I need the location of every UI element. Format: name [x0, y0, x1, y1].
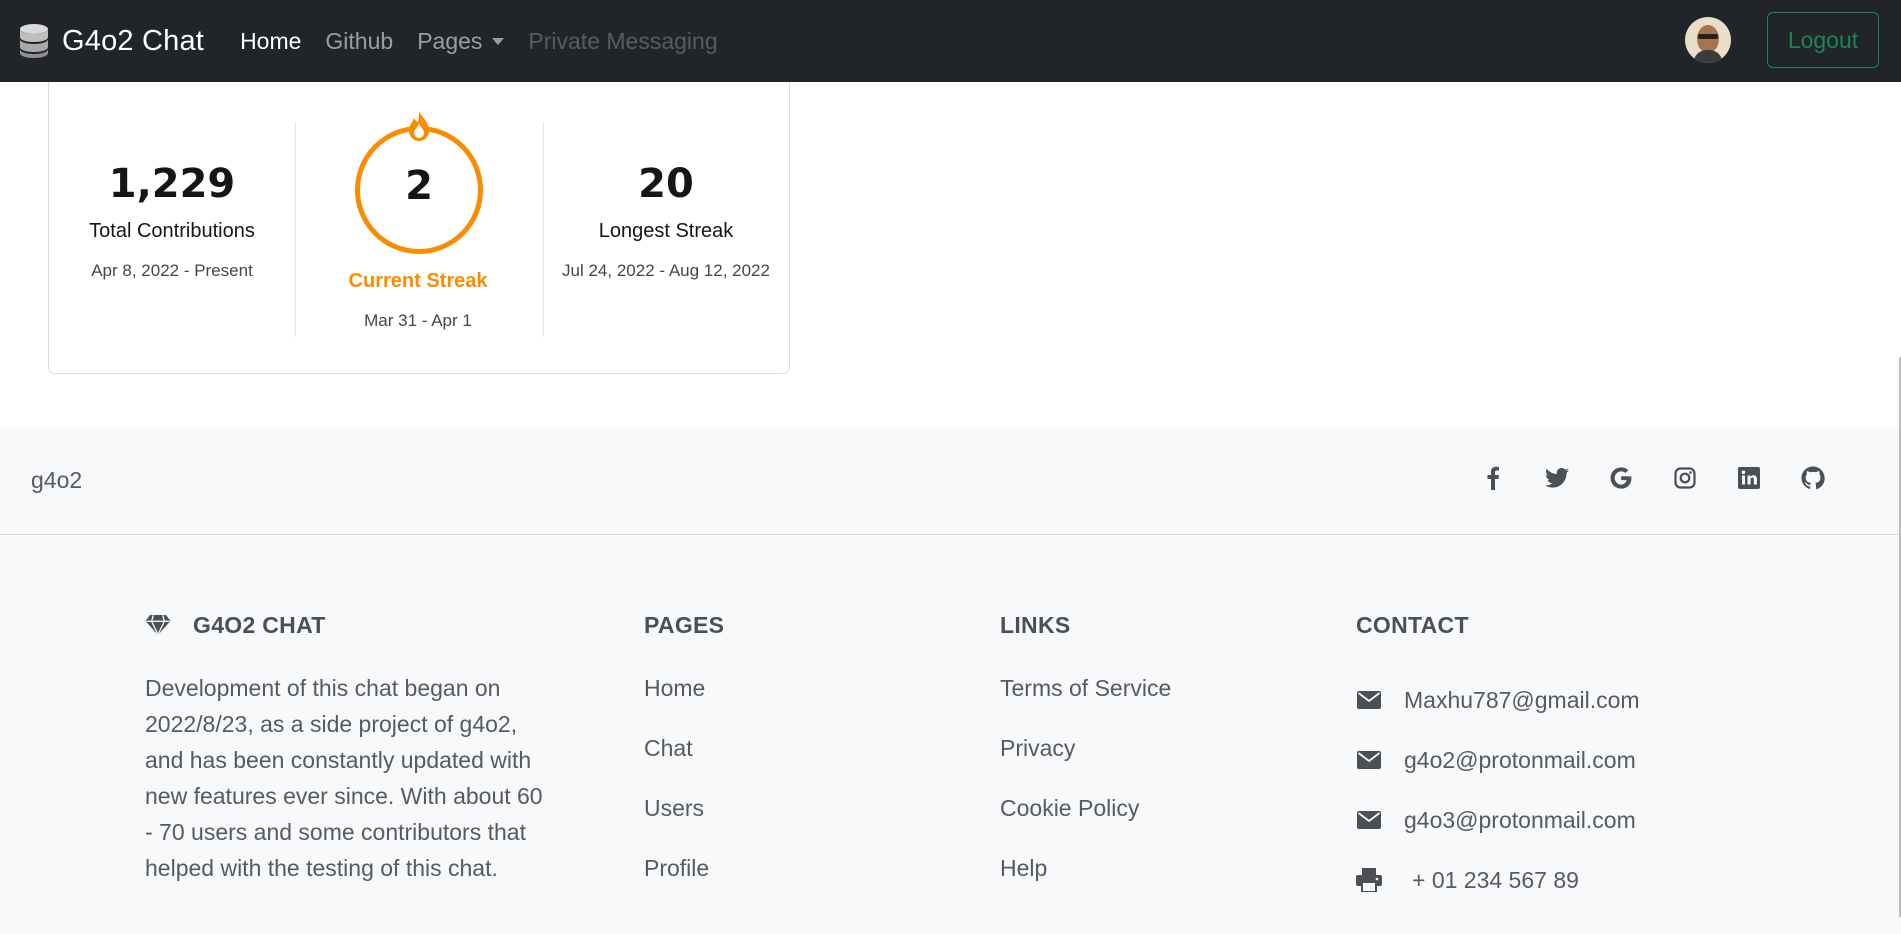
nav-right: Logout — [1685, 12, 1879, 68]
social-links — [1478, 463, 1862, 493]
contact-phone: + 01 234 567 89 — [1412, 866, 1579, 893]
chevron-down-icon — [492, 37, 505, 45]
top-navbar: G4o2 Chat Home Github Pages Private Mess… — [0, 0, 1901, 82]
footer-about-heading: G4O2 CHAT — [145, 610, 545, 640]
envelope-icon — [1356, 682, 1382, 718]
current-streak-label: Current Streak — [348, 270, 488, 292]
envelope-icon — [1356, 802, 1382, 838]
database-icon — [16, 22, 52, 60]
total-contributions-stat: 1,229 Total Contributions Apr 8, 2022 - … — [49, 82, 295, 281]
printer-icon — [1356, 862, 1382, 898]
contact-item: g4o3@protonmail.com — [1356, 790, 1640, 850]
footer-link-terms[interactable]: Terms of Service — [1000, 670, 1171, 730]
footer-links-list: Terms of Service Privacy Cookie Policy H… — [1000, 670, 1171, 910]
github-icon[interactable] — [1798, 463, 1828, 493]
footer-links-column: LINKS Terms of Service Privacy Cookie Po… — [1000, 610, 1171, 910]
footer-contact-list: Maxhu787@gmail.com g4o2@protonmail.com g… — [1356, 670, 1640, 910]
footer-link-users[interactable]: Users — [644, 790, 724, 850]
linkedin-icon[interactable] — [1734, 463, 1764, 493]
nav-private-messaging: Private Messaging — [528, 27, 718, 54]
total-contributions-range: Apr 8, 2022 - Present — [91, 261, 253, 280]
total-contributions-value: 1,229 — [108, 161, 236, 207]
nav-github[interactable]: Github — [325, 28, 393, 55]
nav-pages-dropdown[interactable]: Pages — [417, 27, 505, 55]
contact-item: + 01 234 567 89 — [1356, 850, 1640, 910]
envelope-icon — [1356, 742, 1382, 778]
contact-item: Maxhu787@gmail.com — [1356, 670, 1640, 730]
footer-about-column: G4O2 CHAT Development of this chat began… — [145, 610, 545, 886]
contact-email: g4o2@protonmail.com — [1404, 746, 1636, 773]
current-streak-text: Current Streak Mar 31 - Apr 1 — [295, 82, 541, 331]
footer-social-bar: g4o2 — [0, 427, 1901, 535]
footer-about-title: G4O2 CHAT — [193, 611, 326, 638]
footer-link-profile[interactable]: Profile — [644, 850, 724, 910]
total-contributions-label: Total Contributions — [89, 220, 255, 242]
github-streak-card: 1,229 Total Contributions Apr 8, 2022 - … — [48, 82, 790, 374]
contact-item: g4o2@protonmail.com — [1356, 730, 1640, 790]
contact-email: Maxhu787@gmail.com — [1404, 686, 1640, 713]
footer-link-cookie-policy[interactable]: Cookie Policy — [1000, 790, 1171, 850]
footer-link-help[interactable]: Help — [1000, 850, 1171, 910]
footer-main: G4O2 CHAT Development of this chat began… — [0, 536, 1901, 934]
brand-link[interactable]: G4o2 Chat — [16, 22, 204, 60]
footer-links-title: LINKS — [1000, 611, 1071, 638]
footer-link-privacy[interactable]: Privacy — [1000, 730, 1171, 790]
twitter-icon[interactable] — [1542, 463, 1572, 493]
longest-streak-range: Jul 24, 2022 - Aug 12, 2022 — [562, 261, 770, 280]
google-icon[interactable] — [1606, 463, 1636, 493]
footer-pages-list: Home Chat Users Profile — [644, 670, 724, 910]
footer-link-home[interactable]: Home — [644, 670, 724, 730]
nav-links: Home Github Pages Private Messaging — [240, 28, 742, 55]
longest-streak-label: Longest Streak — [598, 220, 734, 242]
footer-contact-column: CONTACT Maxhu787@gmail.com g4o2@protonma… — [1356, 610, 1640, 922]
footer-about-text: Development of this chat began on 2022/8… — [145, 675, 543, 881]
longest-streak-value: 20 — [638, 161, 694, 207]
facebook-icon[interactable] — [1478, 463, 1508, 493]
contact-email: g4o3@protonmail.com — [1404, 806, 1636, 833]
footer-contact-title: CONTACT — [1356, 611, 1469, 638]
footer-pages-title: PAGES — [644, 611, 725, 638]
footer-owner: g4o2 — [31, 467, 83, 493]
current-streak-range: Mar 31 - Apr 1 — [364, 311, 472, 330]
brand-name: G4o2 Chat — [62, 24, 205, 57]
longest-streak-stat: 20 Longest Streak Jul 24, 2022 - Aug 12,… — [543, 82, 789, 281]
nav-pages-label: Pages — [417, 27, 483, 54]
footer-pages-column: PAGES Home Chat Users Profile — [644, 610, 724, 910]
logout-button[interactable]: Logout — [1767, 12, 1879, 68]
nav-home[interactable]: Home — [240, 28, 301, 55]
gem-icon — [145, 614, 171, 636]
user-avatar[interactable] — [1685, 17, 1731, 63]
footer-link-chat[interactable]: Chat — [644, 730, 724, 790]
instagram-icon[interactable] — [1670, 463, 1700, 493]
